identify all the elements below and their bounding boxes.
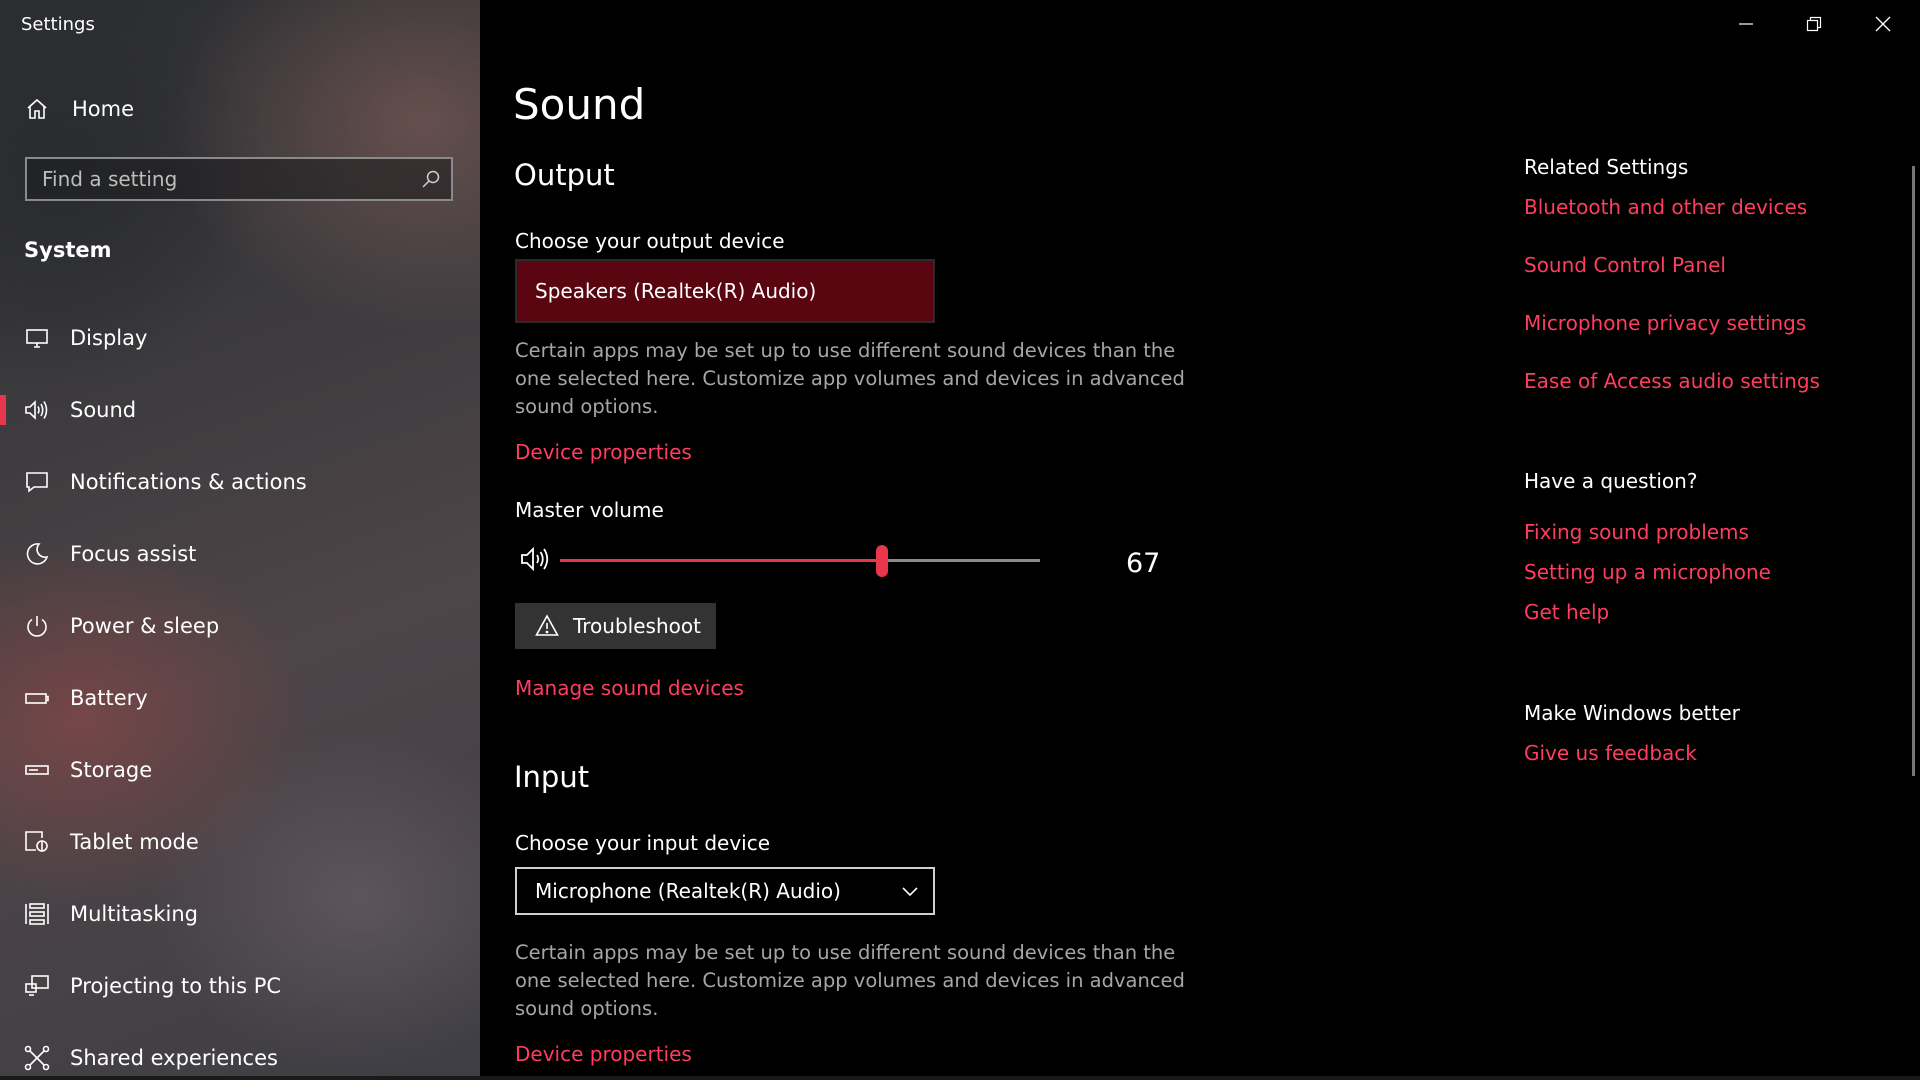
output-device-label: Choose your output device (515, 229, 785, 253)
sidebar-item-focus-assist[interactable]: Focus assist (0, 526, 480, 582)
minimize-icon (1738, 16, 1754, 32)
sidebar-item-label: Notifications & actions (70, 470, 307, 494)
sidebar-item-shared-experiences[interactable]: Shared experiences (0, 1030, 480, 1080)
tablet-mode-icon (24, 829, 50, 855)
battery-icon (24, 685, 50, 711)
speaker-icon (521, 546, 549, 572)
search-input[interactable] (27, 166, 414, 192)
warning-icon (535, 614, 559, 638)
bluetooth-devices-link[interactable]: Bluetooth and other devices (1524, 195, 1807, 219)
close-button[interactable] (1849, 0, 1917, 48)
have-a-question-heading: Have a question? (1524, 469, 1698, 493)
sidebar-item-battery[interactable]: Battery (0, 670, 480, 726)
app-title: Settings (21, 14, 95, 35)
fixing-sound-problems-link[interactable]: Fixing sound problems (1524, 520, 1749, 544)
give-feedback-link[interactable]: Give us feedback (1524, 741, 1697, 765)
notification-icon (24, 469, 50, 495)
restore-button[interactable] (1780, 0, 1848, 48)
manage-sound-devices-link[interactable]: Manage sound devices (515, 676, 744, 700)
multitasking-icon (24, 901, 50, 927)
sidebar: Settings Home System Display Sound Notif… (0, 0, 480, 1080)
input-description: Certain apps may be set up to use differ… (515, 941, 1185, 1020)
volume-mute-button[interactable] (520, 544, 554, 574)
make-windows-better-heading: Make Windows better (1524, 701, 1740, 725)
slider-thumb[interactable] (876, 545, 888, 577)
sidebar-item-label: Home (72, 97, 135, 121)
speaker-icon (24, 397, 50, 423)
search-box[interactable] (25, 157, 453, 201)
sidebar-item-label: Power & sleep (70, 614, 220, 638)
setting-up-microphone-link[interactable]: Setting up a microphone (1524, 560, 1771, 584)
search-icon[interactable] (421, 169, 441, 189)
sidebar-item-tablet-mode[interactable]: Tablet mode (0, 814, 480, 870)
slider-fill (560, 559, 882, 562)
troubleshoot-label: Troubleshoot (573, 614, 701, 638)
sidebar-item-display[interactable]: Display (0, 310, 480, 366)
sidebar-item-label: Focus assist (70, 542, 197, 566)
sidebar-item-label: Multitasking (70, 902, 199, 926)
output-heading: Output (514, 158, 615, 192)
sidebar-item-multitasking[interactable]: Multitasking (0, 886, 480, 942)
sidebar-item-label: Tablet mode (70, 830, 199, 854)
master-volume-label: Master volume (515, 498, 664, 522)
input-device-value: Microphone (Realtek(R) Audio) (535, 879, 841, 903)
storage-icon (24, 757, 50, 783)
sidebar-item-notifications[interactable]: Notifications & actions (0, 454, 480, 510)
ease-of-access-audio-link[interactable]: Ease of Access audio settings (1524, 369, 1820, 393)
power-icon (24, 613, 50, 639)
sidebar-item-label: Shared experiences (70, 1046, 278, 1070)
input-device-properties-link[interactable]: Device properties (515, 1042, 692, 1066)
related-settings-heading: Related Settings (1524, 155, 1689, 179)
monitor-icon (24, 325, 50, 351)
output-device-dropdown[interactable]: Speakers (Realtek(R) Audio) (515, 259, 935, 323)
scrollbar[interactable] (1912, 166, 1915, 776)
chevron-down-icon (901, 883, 919, 901)
sidebar-item-sound[interactable]: Sound (0, 382, 480, 438)
page-title: Sound (513, 80, 646, 129)
input-device-dropdown[interactable]: Microphone (Realtek(R) Audio) (515, 867, 935, 915)
microphone-privacy-link[interactable]: Microphone privacy settings (1524, 311, 1806, 335)
input-heading: Input (514, 760, 590, 794)
output-device-properties-link[interactable]: Device properties (515, 440, 692, 464)
bottom-edge (0, 1076, 1920, 1080)
shared-experiences-icon (24, 1045, 50, 1071)
output-description: Certain apps may be set up to use differ… (515, 339, 1185, 418)
sidebar-item-label: Battery (70, 686, 148, 710)
volume-value: 67 (1126, 548, 1161, 579)
master-volume-slider[interactable] (560, 545, 1040, 577)
sidebar-item-projecting[interactable]: Projecting to this PC (0, 958, 480, 1014)
sidebar-item-home[interactable]: Home (0, 81, 480, 137)
input-device-label: Choose your input device (515, 831, 771, 855)
sidebar-item-power-sleep[interactable]: Power & sleep (0, 598, 480, 654)
get-help-link[interactable]: Get help (1524, 600, 1609, 624)
minimize-button[interactable] (1712, 0, 1780, 48)
sound-control-panel-link[interactable]: Sound Control Panel (1524, 253, 1726, 277)
sidebar-section-title: System (24, 238, 112, 262)
sidebar-item-storage[interactable]: Storage (0, 742, 480, 798)
sidebar-item-label: Projecting to this PC (70, 974, 282, 998)
home-icon (24, 96, 50, 122)
troubleshoot-button[interactable]: Troubleshoot (515, 603, 716, 649)
sidebar-item-label: Sound (70, 398, 137, 422)
sidebar-item-label: Display (70, 326, 148, 350)
restore-icon (1806, 16, 1822, 32)
moon-icon (24, 541, 50, 567)
close-icon (1875, 16, 1891, 32)
projecting-icon (24, 973, 50, 999)
output-device-value: Speakers (Realtek(R) Audio) (535, 279, 817, 303)
sidebar-item-label: Storage (70, 758, 153, 782)
